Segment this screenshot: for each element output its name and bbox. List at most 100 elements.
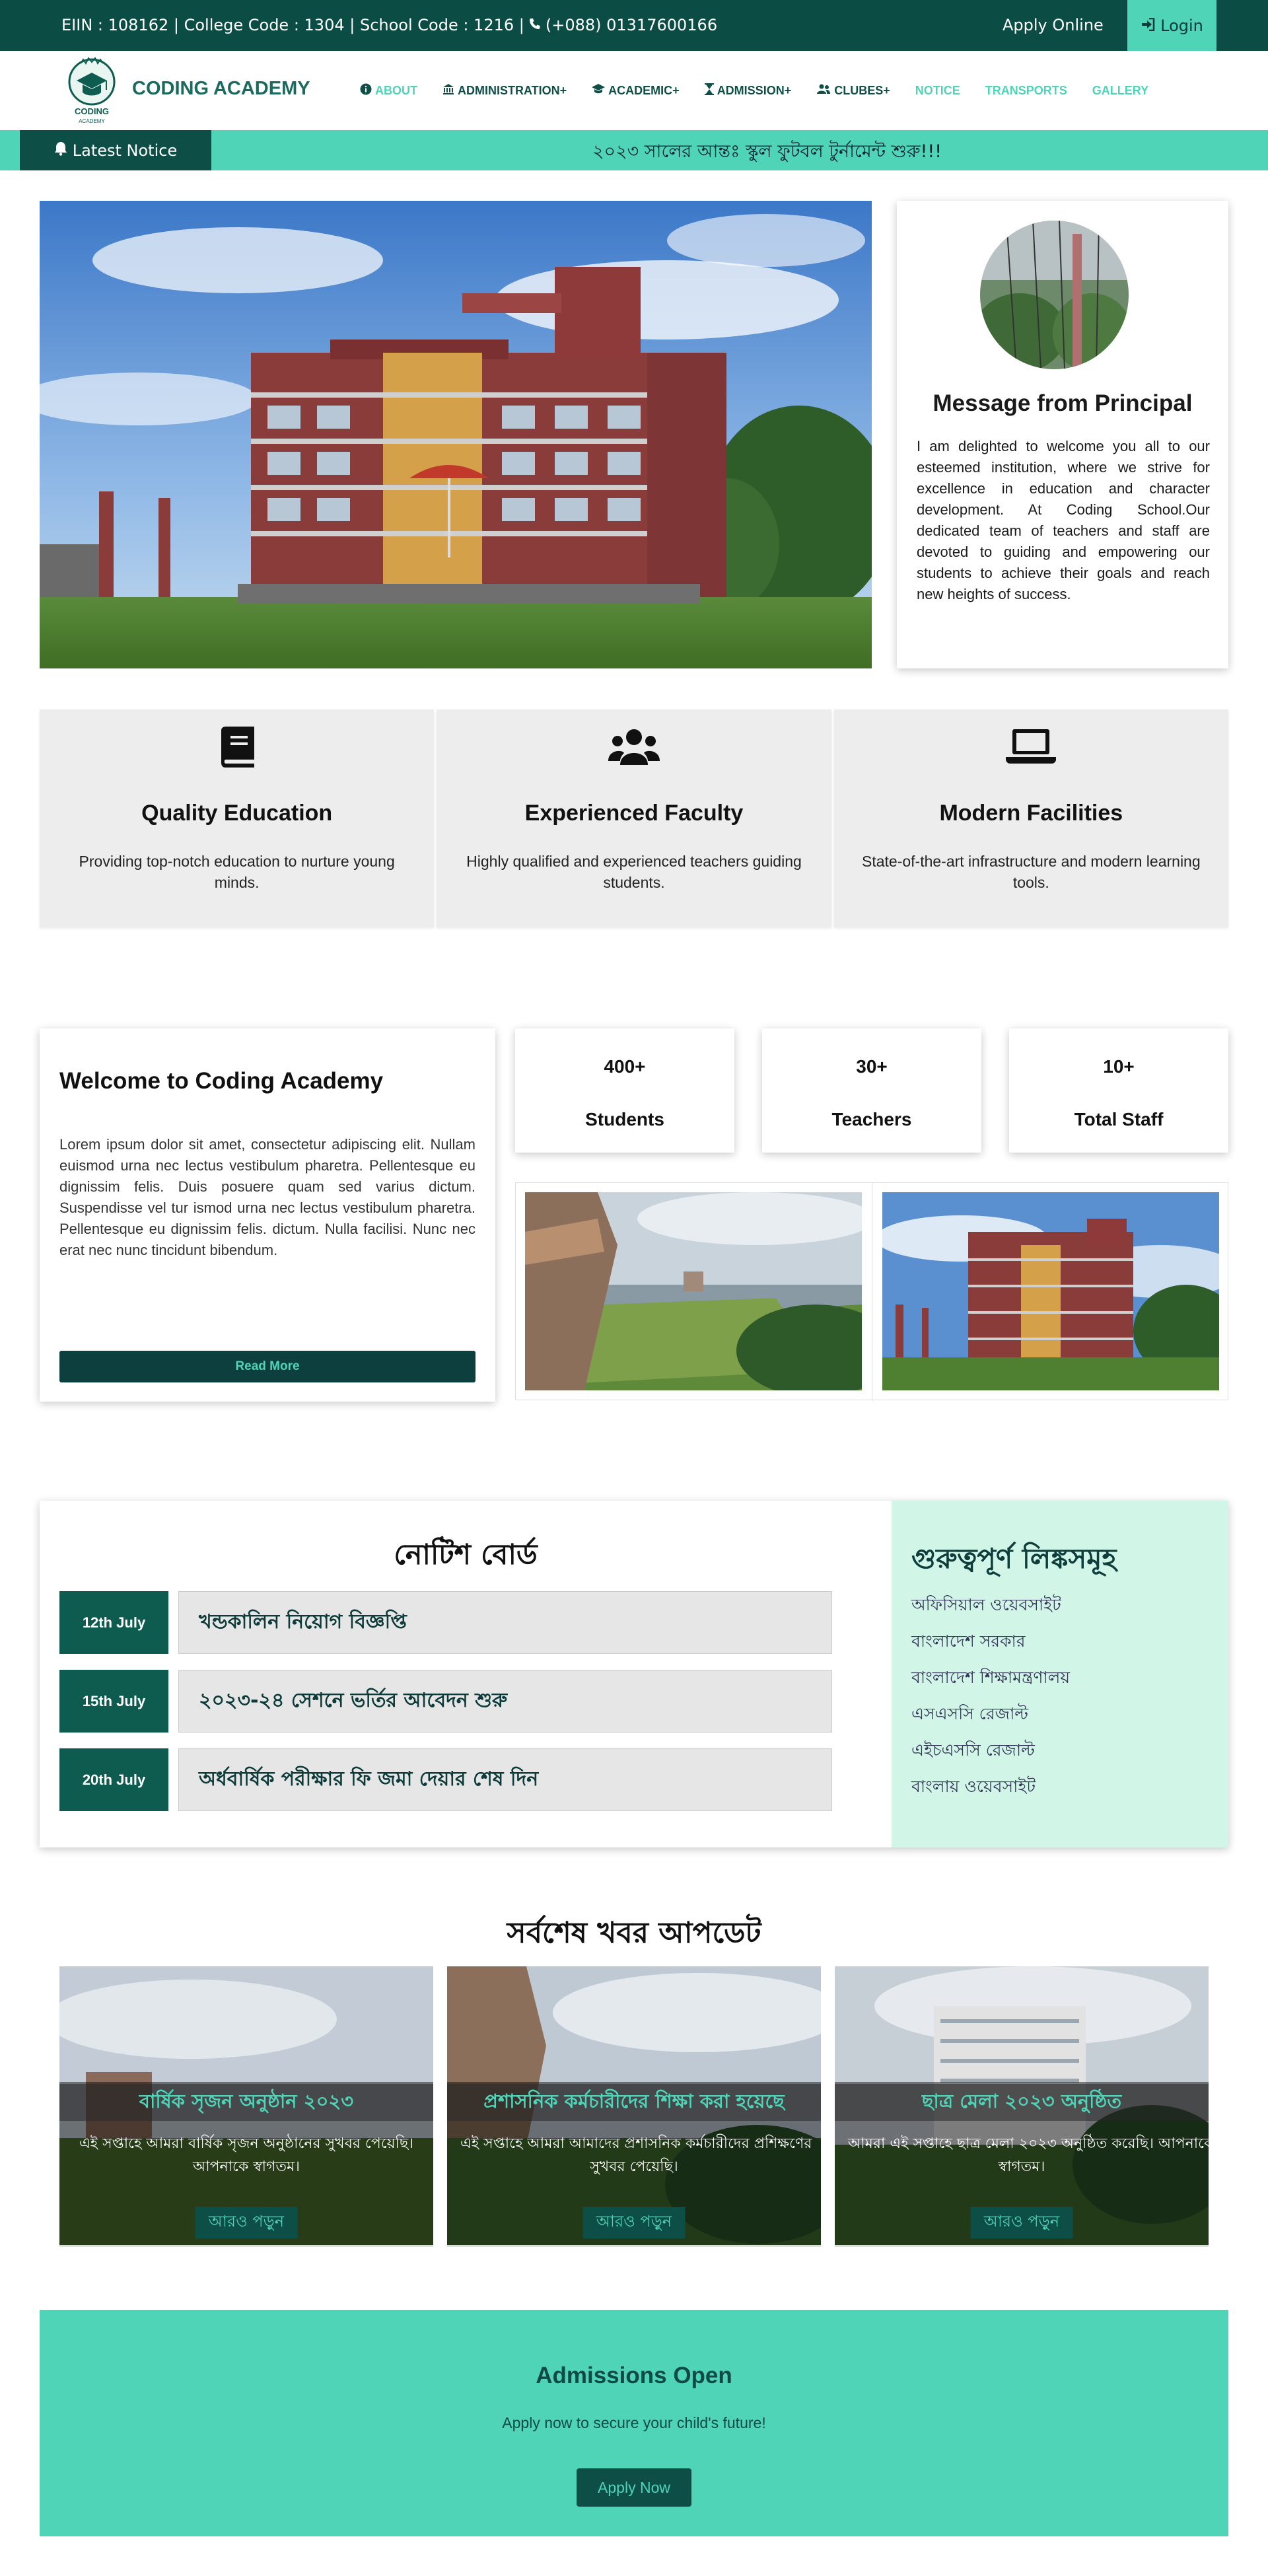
important-link[interactable]: অফিসিয়াল ওয়েবসাইট [911,1587,1070,1623]
nav-item-about[interactable]: ABOUT [360,83,417,98]
school-codes: EIIN : 108162 | College Code : 1304 | Sc… [61,16,524,34]
news-read-more-button[interactable]: আরও পড়ুন [970,2207,1073,2238]
feature-card: Experienced Faculty Highly qualified and… [437,709,831,927]
feature-title: Experienced Faculty [524,801,744,826]
admissions-text: Apply now to secure your child's future! [502,2414,766,2431]
important-links-panel: গুরুত্বপূর্ণ লিঙ্কসমূহ অফিসিয়াল ওয়েবসা… [892,1501,1228,1847]
notice-item[interactable]: 12th July খন্ডকালিন নিয়োগ বিজ্ঞপ্তি [59,1591,832,1654]
important-links-title: গুরুত্বপূর্ণ লিঙ্কসমূহ [911,1542,1117,1575]
info-icon [360,83,372,98]
news-title: প্রশাসনিক কর্মচারীদের শিক্ষা করা হয়েছে [447,2084,821,2121]
stat-card-students: 400+ Students [515,1028,734,1153]
svg-text:CODING: CODING [75,106,109,116]
notice-item[interactable]: 15th July ২০২৩-২৪ সেশনে ভর্তির আবেদন শুর… [59,1670,832,1733]
news-text-line: এই সপ্তাহে আমরা বার্ষিক সৃজন অনুষ্ঠানের … [79,2135,414,2152]
notice-title[interactable]: ২০২৩-২৪ সেশনে ভর্তির আবেদন শুরু [178,1670,832,1733]
stat-number: 400+ [604,1056,646,1077]
nav-label-administration: ADMINISTRATION+ [458,84,567,97]
nav-item-clubes[interactable]: CLUBES+ [816,83,890,98]
news-read-more-button[interactable]: আরও পড়ুন [582,2207,686,2238]
login-label: Login [1160,16,1203,35]
top-bar: EIIN : 108162 | College Code : 1304 | Sc… [0,0,1268,51]
nav-label-admission: ADMISSION+ [717,84,792,97]
news-card: প্রশাসনিক কর্মচারীদের শিক্ষা করা হয়েছে … [447,1966,821,2247]
nav-item-notice[interactable]: NOTICE [915,83,960,98]
notice-marquee[interactable]: ২০২৩ সালের আন্তঃ স্কুল ফুটবল টুর্নামেন্ট… [592,138,942,168]
nav-item-academic[interactable]: ACADEMIC+ [592,83,680,98]
news-text-line: আপনাকে স্বাগতম। [192,2159,300,2175]
stat-label: Total Staff [1074,1109,1164,1129]
news-card: বার্ষিক সৃজন অনুষ্ঠান ২০২৩ এই সপ্তাহে আম… [59,1966,433,2247]
feature-text: Providing top-notch education to nurture… [79,853,395,891]
important-link[interactable]: বাংলায় ওয়েবসাইট [911,1768,1070,1805]
contact-info: EIIN : 108162 | College Code : 1304 | Sc… [61,16,717,34]
important-links-list: অফিসিয়াল ওয়েবসাইট বাংলাদেশ সরকার বাংলা… [911,1587,1070,1805]
feature-title: Quality Education [141,801,333,826]
principal-message: I am delighted to welcome you all to our… [917,438,1210,602]
latest-notice-tag: Latest Notice [20,130,211,170]
apply-now-button[interactable]: Apply Now [577,2468,691,2507]
principal-avatar [980,221,1129,369]
nav-label-transports: TRANSPORTS [985,84,1067,97]
institution-icon [442,83,454,98]
book-icon [40,727,434,773]
important-link[interactable]: বাংলাদেশ শিক্ষামন্ত্রণালয় [911,1659,1070,1696]
news-read-more-button[interactable]: আরও পড়ুন [195,2207,298,2238]
news-text-line: সুখবর পেয়েছি। [590,2159,678,2175]
nav-label-academic: ACADEMIC+ [608,84,680,97]
stat-label: Teachers [831,1109,912,1129]
important-link[interactable]: বাংলাদেশ সরকার [911,1623,1070,1659]
nav-label-about: ABOUT [375,84,417,97]
nav-item-administration[interactable]: ADMINISTRATION+ [442,83,567,98]
welcome-title: Welcome to Coding Academy [59,1068,384,1094]
nav-item-admission[interactable]: ADMISSION+ [704,83,792,98]
school-logo[interactable]: CODING ACADEMY [65,54,119,125]
brand-name[interactable]: CODING ACADEMY [132,78,310,100]
campus-gallery [515,1182,1228,1401]
feature-text: Highly qualified and experienced teacher… [466,853,802,891]
notice-title[interactable]: অর্ধবার্ষিক পরীক্ষার ফি জমা দেয়ার শেষ দ… [178,1748,832,1811]
nav-label-notice: NOTICE [915,84,960,97]
latest-notice-bar: Latest Notice ২০২৩ সালের আন্তঃ স্কুল ফুট… [0,130,1268,170]
news-card: ছাত্র মেলা ২০২৩ অনুষ্ঠিত আমরা এই সপ্তাহে… [835,1966,1209,2247]
welcome-text: Lorem ipsum dolor sit amet, consectetur … [59,1136,476,1258]
gallery-image-building[interactable] [882,1192,1219,1390]
news-text-line: আমরা এই সপ্তাহে ছাত্র মেলা ২০২৩ অনুষ্ঠিত… [848,2135,1209,2152]
news-title: বার্ষিক সৃজন অনুষ্ঠান ২০২৩ [59,2084,433,2121]
news-text-line: স্বাগতম। [998,2159,1045,2175]
read-more-button[interactable]: Read More [59,1351,476,1382]
welcome-card: Welcome to Coding Academy Lorem ipsum do… [40,1028,495,1402]
feature-card: Modern Facilities State-of-the-art infra… [833,709,1228,927]
login-button[interactable]: Login [1127,0,1216,51]
notice-date: 15th July [59,1670,168,1733]
apply-online-link[interactable]: Apply Online [1003,16,1104,34]
notice-title[interactable]: খন্ডকালিন নিয়োগ বিজ্ঞপ্তি [178,1591,832,1654]
stat-number: 30+ [856,1056,888,1077]
phone-number[interactable]: (+088) 01317600166 [546,16,717,34]
laptop-icon [834,727,1228,773]
latest-notice-label: Latest Notice [72,141,178,160]
notice-date: 12th July [59,1591,168,1654]
main-menu: ABOUT ADMINISTRATION+ ACADEMIC+ ADMISSIO… [360,83,1174,98]
svg-text:ACADEMY: ACADEMY [79,118,105,124]
important-link[interactable]: এইচএসসি রেজাল্ট [911,1732,1070,1768]
stat-card-staff: 10+ Total Staff [1009,1028,1228,1153]
stat-card-teachers: 30+ Teachers [762,1028,981,1153]
principal-title: Message from Principal [933,390,1193,416]
nav-label-gallery: GALLERY [1092,84,1149,97]
campus-hero-image [40,201,872,668]
graduation-cap-icon [592,84,606,98]
features-section: Quality Education Providing top-notch ed… [40,709,1228,927]
notice-date: 20th July [59,1748,168,1811]
nav-item-transports[interactable]: TRANSPORTS [985,83,1067,98]
users-icon [437,727,831,773]
sign-in-icon [1141,17,1155,35]
news-section-title: সর্বশেষ খবর আপডেট [507,1916,761,1950]
notice-item[interactable]: 20th July অর্ধবার্ষিক পরীক্ষার ফি জমা দে… [59,1748,832,1811]
important-link[interactable]: এসএসসি রেজাল্ট [911,1696,1070,1732]
hourglass-icon [704,83,714,98]
gallery-image-field[interactable] [525,1192,862,1390]
notice-board-title: নোটিশ বোর্ড [394,1538,538,1571]
nav-item-gallery[interactable]: GALLERY [1092,83,1148,98]
stat-label: Students [585,1109,664,1129]
